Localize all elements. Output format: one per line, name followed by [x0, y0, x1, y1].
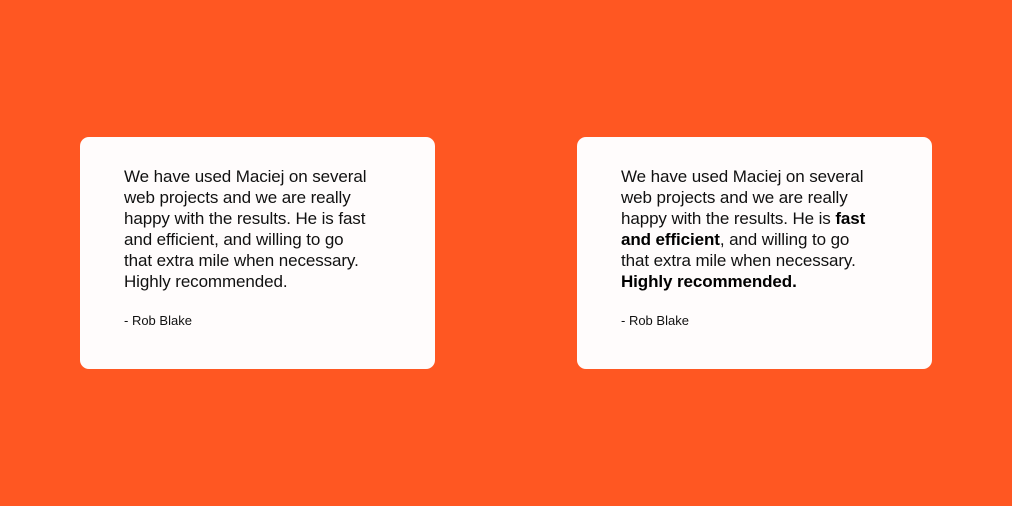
quote-line: happy with the results. He is	[621, 209, 836, 228]
quote-line: and efficient, and willing to go	[124, 230, 344, 249]
quote-line: that extra mile when necessary.	[621, 251, 856, 270]
quote-line: that extra mile when necessary.	[124, 251, 359, 270]
testimonial-card-emphasized: We have used Maciej on several web proje…	[577, 137, 932, 369]
quote-line: web projects and we are really	[124, 188, 351, 207]
quote-line: We have used Maciej on several	[124, 167, 367, 186]
quote-line: Highly recommended.	[124, 272, 288, 291]
quote-emphasis: and efficient	[621, 230, 720, 249]
quote-line: , and willing to go	[719, 230, 850, 249]
testimonial-quote: We have used Maciej on several web proje…	[124, 166, 395, 292]
quote-line: We have used Maciej on several	[621, 167, 864, 186]
quote-emphasis: Highly recommended.	[621, 272, 797, 291]
quote-line: web projects and we are really	[621, 188, 848, 207]
testimonial-card-plain: We have used Maciej on several web proje…	[80, 137, 435, 369]
testimonial-author: - Rob Blake	[621, 313, 689, 328]
quote-emphasis: fast	[835, 209, 866, 228]
testimonial-author: - Rob Blake	[124, 313, 192, 328]
quote-line: happy with the results. He is fast	[124, 209, 366, 228]
testimonial-quote: We have used Maciej on several web proje…	[621, 166, 892, 292]
